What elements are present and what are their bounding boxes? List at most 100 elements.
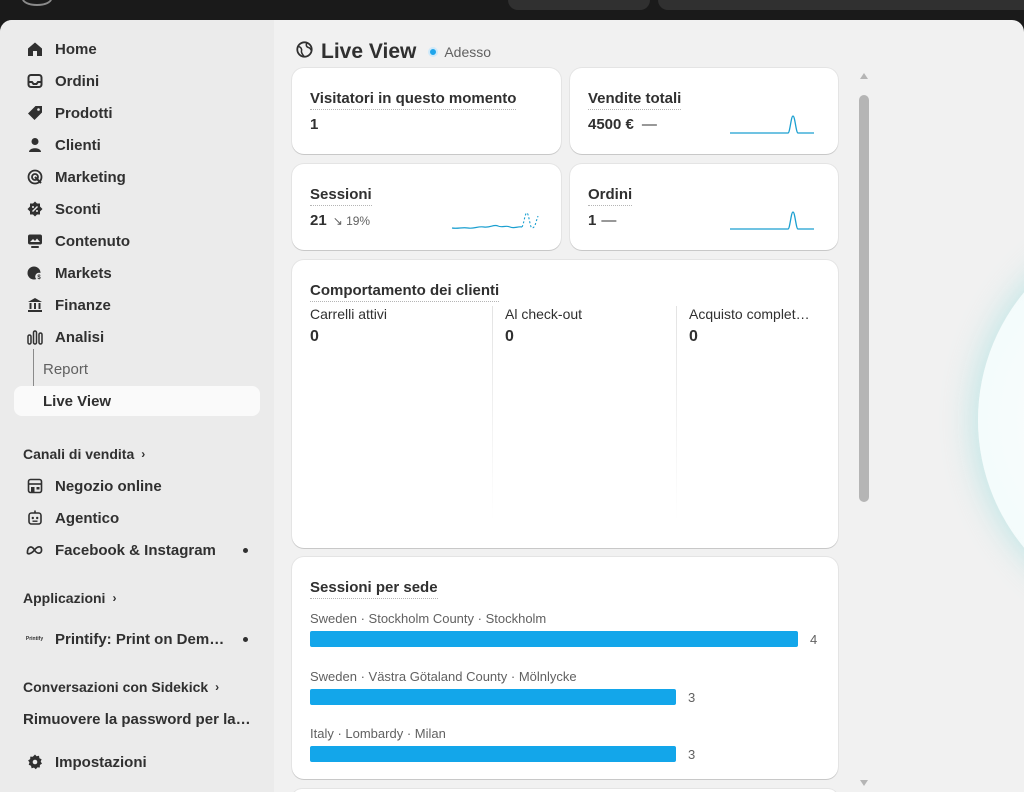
gear-icon <box>26 754 43 771</box>
robot-icon <box>26 510 43 527</box>
live-status-text: Adesso <box>444 44 492 60</box>
column-divider <box>676 306 677 522</box>
orders-value: 1 — <box>588 212 616 229</box>
printify-icon: Printify <box>25 636 44 642</box>
chevron-right-icon: › <box>141 447 146 461</box>
sidebar-item-finance[interactable]: Finanze <box>14 290 260 320</box>
sidebar: Home Ordini Prodotti Clienti Marketing S… <box>0 20 274 792</box>
sidebar-item-settings[interactable]: Impostazioni <box>14 747 260 777</box>
sessions-value: 21 ↘ 19% <box>310 212 370 229</box>
sidebar-item-home[interactable]: Home <box>14 34 260 64</box>
sidebar-item-marketing[interactable]: Marketing <box>14 162 260 192</box>
search-bar[interactable] <box>658 0 1024 10</box>
sales-card[interactable]: Vendite totali 4500 € — <box>570 68 838 154</box>
chevron-right-icon: › <box>215 680 220 694</box>
live-globe[interactable] <box>978 220 1024 620</box>
orders-number: 1 <box>588 212 597 229</box>
sidebar-item-online-store[interactable]: Negozio online <box>14 471 260 501</box>
sidebar-item-agentico[interactable]: Agentico <box>14 503 260 533</box>
sidebar-item-label: Live View <box>43 392 112 410</box>
visitors-title[interactable]: Visitatori in questo momento <box>310 90 517 110</box>
sidebar-item-label: Ordini <box>55 72 100 90</box>
sidebar-item-printify[interactable]: Printify Printify: Print on Demand <box>14 624 260 654</box>
sales-sparkline <box>730 115 814 134</box>
sidebar-item-label: Finanze <box>55 296 111 314</box>
location-row: Sweden · Stockholm County · Stockholm 4 <box>310 611 820 647</box>
orders-title[interactable]: Ordini <box>588 186 633 206</box>
location-count: 3 <box>688 746 696 762</box>
section-apps[interactable]: Applicazioni › <box>23 590 116 606</box>
orders-sparkline <box>730 211 814 230</box>
target-icon <box>26 169 43 186</box>
sidebar-item-label: Sconti <box>55 200 101 218</box>
behavior-column-checkout: Al check-out 0 <box>505 306 675 522</box>
orders-delta: — <box>601 212 617 229</box>
sidebar-item-label: Home <box>55 40 97 58</box>
location-name: Sweden · Stockholm County · Stockholm <box>310 611 547 626</box>
chevron-right-icon: › <box>112 591 117 605</box>
visitors-number: 1 <box>310 116 319 133</box>
location-count: 4 <box>810 631 818 647</box>
sessions-card[interactable]: Sessioni 21 ↘ 19% <box>292 164 561 250</box>
sidebar-item-label: Printify: Print on Demand <box>55 630 225 648</box>
customer-behavior-title[interactable]: Comportamento dei clienti <box>310 282 500 302</box>
scrollbar-thumb[interactable] <box>859 95 869 502</box>
sidebar-item-analytics[interactable]: Analisi <box>14 322 260 352</box>
sidebar-item-live-view[interactable]: Live View <box>14 386 260 416</box>
sidebar-item-label: Impostazioni <box>55 753 147 771</box>
sales-title[interactable]: Vendite totali <box>588 90 682 110</box>
tag-icon <box>26 105 43 122</box>
sessions-by-location-title[interactable]: Sessioni per sede <box>310 579 438 599</box>
admin-frame: Home Ordini Prodotti Clienti Marketing S… <box>0 20 1024 792</box>
sessions-sparkline <box>451 212 539 229</box>
behavior-value: 0 <box>505 328 514 345</box>
orders-card[interactable]: Ordini 1 — <box>570 164 838 250</box>
sales-delta: — <box>641 116 657 133</box>
store-selector[interactable] <box>508 0 650 10</box>
behavior-label: Carrelli attivi <box>310 306 388 322</box>
home-icon <box>26 41 43 58</box>
sidebar-item-label: Agentico <box>55 509 120 527</box>
sidebar-item-facebook-instagram[interactable]: Facebook & Instagram <box>14 535 260 565</box>
sidebar-item-label: Rimuovere la password per lanciare il ne… <box>23 710 257 728</box>
behavior-value: 0 <box>310 328 319 345</box>
scroll-down-arrow-icon[interactable] <box>860 780 868 786</box>
sessions-delta: ↘ 19% <box>332 213 371 228</box>
location-bar <box>310 631 798 647</box>
section-sales-channels[interactable]: Canali di vendita › <box>23 446 145 462</box>
sidebar-item-sidekick-conversation[interactable]: Rimuovere la password per lanciare il ne… <box>14 704 260 734</box>
location-bar <box>310 689 676 705</box>
sidebar-item-report[interactable]: Report <box>14 354 260 384</box>
store-icon <box>26 478 43 495</box>
scroll-up-arrow-icon[interactable] <box>860 73 868 79</box>
sidebar-item-customers[interactable]: Clienti <box>14 130 260 160</box>
location-row: Italy · Lombardy · Milan 3 <box>310 726 820 762</box>
sidebar-item-discounts[interactable]: Sconti <box>14 194 260 224</box>
sidebar-item-label: Marketing <box>55 168 126 186</box>
column-divider <box>492 306 493 522</box>
shopify-logo-icon[interactable] <box>22 0 52 6</box>
meta-icon <box>26 542 43 559</box>
globe-dollar-icon: $ <box>26 265 43 282</box>
sidebar-item-markets[interactable]: $ Markets <box>14 258 260 288</box>
notification-dot <box>243 637 248 642</box>
visitors-value: 1 <box>310 116 318 133</box>
section-sidekick[interactable]: Conversazioni con Sidekick › <box>23 679 219 695</box>
sidebar-item-products[interactable]: Prodotti <box>14 98 260 128</box>
discount-icon <box>26 201 43 218</box>
sessions-by-location-card: Sessioni per sede Sweden · Stockholm Cou… <box>292 557 838 779</box>
customer-behavior-card: Comportamento dei clienti Carrelli attiv… <box>292 260 838 548</box>
location-bar <box>310 746 676 762</box>
notification-dot <box>243 548 248 553</box>
sidebar-item-orders[interactable]: Ordini <box>14 66 260 96</box>
section-title-label: Applicazioni <box>23 590 106 606</box>
behavior-label: Acquisto completato <box>689 306 813 322</box>
visitors-card[interactable]: Visitatori in questo momento 1 <box>292 68 561 154</box>
sessions-number: 21 <box>310 212 327 229</box>
sidebar-item-content[interactable]: Contenuto <box>14 226 260 256</box>
page-title: Live View <box>321 40 417 63</box>
sessions-title[interactable]: Sessioni <box>310 186 372 206</box>
behavior-value: 0 <box>689 328 698 345</box>
sidebar-item-label: Markets <box>55 264 112 282</box>
sidebar-item-label: Facebook & Instagram <box>55 541 216 559</box>
